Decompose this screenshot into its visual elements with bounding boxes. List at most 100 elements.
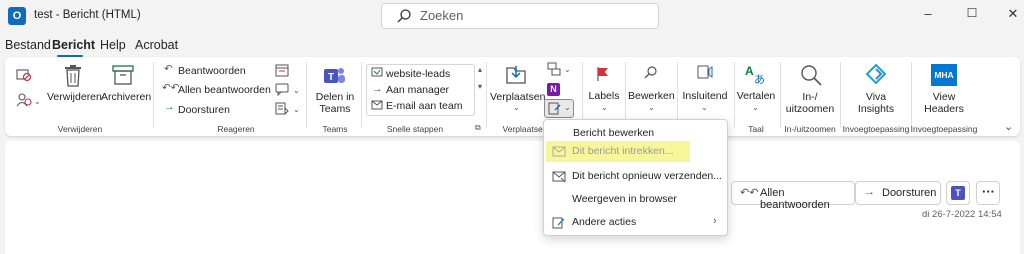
- move-icon: [506, 66, 526, 84]
- teams-pane-icon: T: [951, 186, 965, 200]
- menu-item-view-in-browser[interactable]: Weergeven in browser: [543, 189, 728, 211]
- group-separator: [153, 62, 154, 128]
- menu-item-label: Bericht bewerken: [573, 127, 655, 139]
- meeting-reply-icon[interactable]: [275, 63, 289, 77]
- menu-item-resend-message[interactable]: Dit bericht opnieuw verzenden...: [543, 166, 728, 188]
- immersive-button[interactable]: Insluitend: [680, 90, 730, 102]
- quick-step-aan-manager[interactable]: Aan manager: [386, 84, 449, 96]
- group-label-taal: Taal: [748, 124, 764, 134]
- group-label-snelle-stappen: Snelle stappen: [386, 124, 444, 134]
- group-separator: [911, 62, 912, 128]
- search-box[interactable]: Zoeken: [381, 3, 659, 29]
- recall-icon: [552, 146, 566, 157]
- view-headers-label-1: View: [932, 91, 956, 103]
- delete-button[interactable]: Verwijderen: [47, 91, 102, 103]
- share-to-teams-button[interactable]: Delen in Teams: [312, 91, 358, 115]
- zoom-button[interactable]: In-/uitzoomen: [784, 91, 836, 115]
- view-headers-button[interactable]: View Headers: [918, 91, 970, 115]
- menu-item-label: Weergeven in browser: [572, 193, 677, 205]
- tab-help[interactable]: Help: [100, 38, 126, 52]
- ribbon-options-chevron-down-icon[interactable]: ⌄: [1004, 120, 1013, 133]
- tab-acrobat[interactable]: Acrobat: [135, 38, 178, 52]
- more-actions-button[interactable]: ···: [976, 181, 1000, 205]
- im-reply-icon[interactable]: [275, 83, 289, 96]
- forward-button[interactable]: Doorsturen: [178, 104, 230, 116]
- share-to-teams-label-1: Delen in: [315, 91, 355, 103]
- translate-chevron-down-icon[interactable]: ⌄: [752, 103, 759, 112]
- move-button[interactable]: Verplaatsen: [490, 91, 545, 103]
- more-icon: ···: [982, 184, 995, 199]
- zoom-label-1: In-/: [802, 91, 818, 103]
- reply-all-button[interactable]: Allen beantwoorden: [178, 84, 271, 96]
- move-chevron-down-icon[interactable]: ⌄: [513, 103, 520, 112]
- quick-step-folder-icon: [371, 67, 383, 77]
- menu-item-other-actions[interactable]: Andere acties ›: [543, 212, 728, 234]
- other-actions-icon: [552, 217, 565, 229]
- rules-icon[interactable]: [547, 62, 561, 76]
- forward-icon: →: [164, 101, 175, 113]
- teams-pane-button[interactable]: T: [946, 181, 970, 205]
- onenote-icon[interactable]: N: [547, 83, 560, 96]
- group-separator: [734, 62, 735, 128]
- quick-steps-scroll-down-icon[interactable]: ▾: [478, 82, 482, 91]
- edit-button[interactable]: Bewerken: [628, 90, 675, 102]
- more-reply-chevron-down-icon[interactable]: ⌄: [293, 105, 300, 114]
- immersive-reader-icon: [697, 65, 713, 79]
- close-button[interactable]: ✕: [1003, 6, 1023, 26]
- archive-icon: [112, 65, 134, 85]
- group-separator: [306, 62, 307, 128]
- reply-all-pane-button[interactable]: ↶↶ Allen beantwoorden: [731, 181, 855, 211]
- quick-step-email-team[interactable]: E-mail aan team: [386, 100, 462, 112]
- maximize-button[interactable]: ☐: [962, 6, 982, 26]
- labels-button[interactable]: Labels: [586, 90, 622, 102]
- actions-icon: [548, 102, 561, 115]
- zoom-icon: [801, 65, 822, 86]
- quick-step-arrow-icon: →: [372, 83, 383, 95]
- group-label-viva: Invoegtoepassing: [842, 124, 910, 134]
- viva-insights-button[interactable]: Viva Insights: [850, 91, 902, 115]
- actions-chevron-down-icon: ⌄: [564, 103, 571, 112]
- submenu-chevron-right-icon: ›: [713, 215, 717, 227]
- group-separator: [780, 62, 781, 128]
- reply-button[interactable]: Beantwoorden: [178, 65, 246, 77]
- more-reply-icon[interactable]: [275, 102, 289, 115]
- tab-bericht[interactable]: Bericht: [52, 38, 95, 52]
- rules-chevron-down-icon[interactable]: ⌄: [564, 65, 571, 74]
- quick-steps-launcher-icon[interactable]: ⧉: [475, 123, 481, 133]
- menu-item-recall-message[interactable]: Dit bericht intrekken...: [543, 141, 728, 163]
- window-title: test - Bericht (HTML): [34, 9, 141, 21]
- forward-pane-icon: →: [864, 186, 875, 198]
- quick-step-website-leads[interactable]: website-leads: [386, 68, 450, 80]
- quick-step-mail-icon: [371, 100, 383, 110]
- junk-chevron-down-icon[interactable]: ⌄: [34, 97, 41, 106]
- svg-text:T: T: [328, 72, 334, 83]
- group-separator: [840, 62, 841, 128]
- ignore-icon[interactable]: [16, 68, 32, 82]
- junk-icon[interactable]: [16, 93, 32, 107]
- im-reply-chevron-down-icon[interactable]: ⌄: [293, 86, 300, 95]
- translate-icon: Aあ: [745, 64, 765, 85]
- group-label-teams: Teams: [322, 124, 348, 134]
- zoom-label-2: uitzoomen: [785, 103, 835, 115]
- tab-bestand[interactable]: Bestand: [5, 38, 51, 52]
- group-label-verwijderen: Verwijderen: [57, 124, 103, 134]
- group-label-reageren: Reageren: [217, 124, 255, 134]
- reply-all-pane-label: Allen beantwoorden: [760, 187, 830, 211]
- teams-icon: T: [324, 68, 345, 83]
- immersive-chevron-down-icon[interactable]: ⌄: [701, 103, 708, 112]
- svg-text:あ: あ: [754, 73, 765, 85]
- reply-all-pane-icon: ↶↶: [740, 187, 759, 199]
- viva-insights-icon: [865, 63, 887, 85]
- labels-chevron-down-icon[interactable]: ⌄: [601, 103, 608, 112]
- forward-pane-button[interactable]: → Doorsturen: [855, 181, 941, 205]
- archive-button[interactable]: Archiveren: [101, 91, 151, 103]
- flag-icon: [597, 67, 608, 81]
- quick-steps-scroll-up-icon[interactable]: ▴: [478, 65, 482, 74]
- outlook-app-icon: O: [8, 7, 26, 25]
- group-label-zoom: In-/uitzoomen: [784, 124, 836, 134]
- translate-button[interactable]: Vertalen: [736, 90, 776, 102]
- message-date: di 26-7-2022 14:54: [922, 209, 1002, 220]
- menu-item-label: Dit bericht opnieuw verzenden...: [572, 170, 722, 182]
- minimize-button[interactable]: –: [918, 6, 938, 26]
- edit-chevron-down-icon[interactable]: ⌄: [648, 103, 655, 112]
